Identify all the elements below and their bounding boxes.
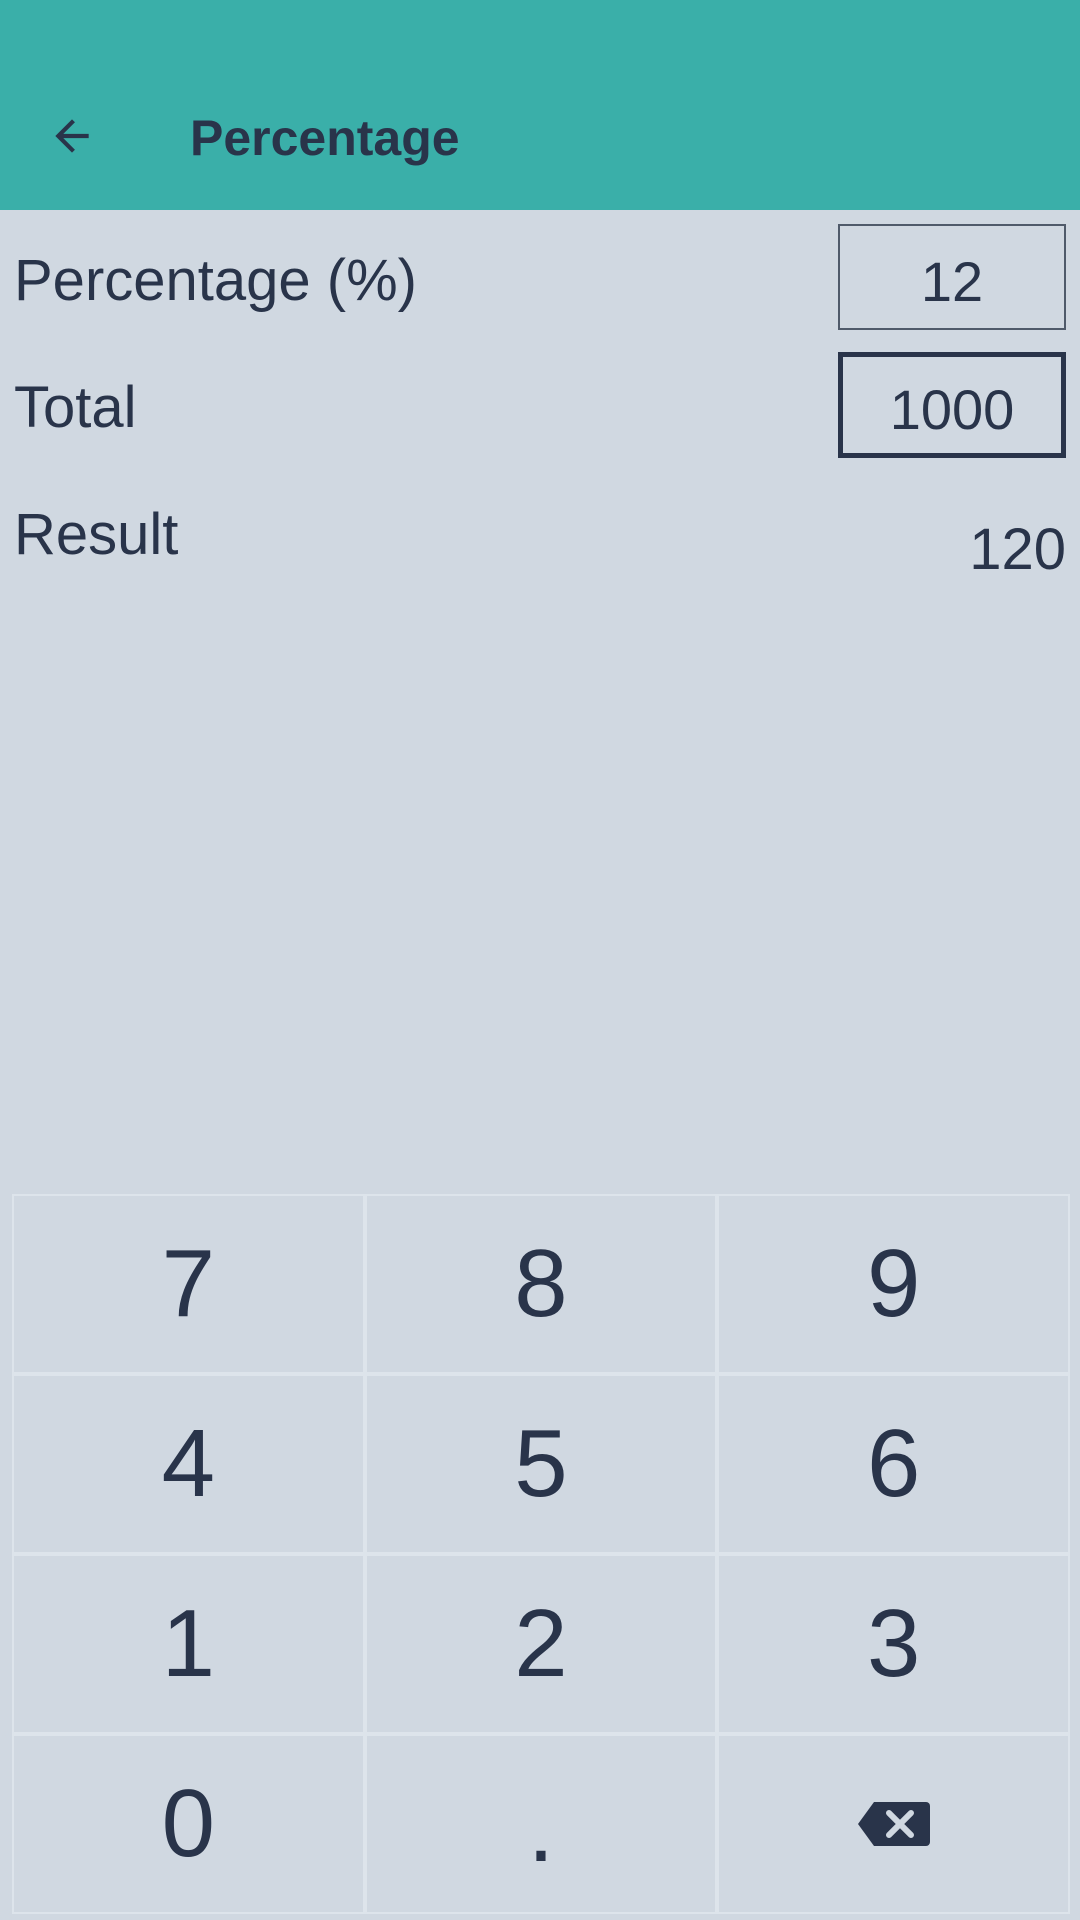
key-decimal[interactable]: . — [364, 1734, 718, 1914]
app-bar: Percentage — [0, 0, 1080, 210]
key-3[interactable]: 3 — [717, 1554, 1070, 1734]
key-5[interactable]: 5 — [364, 1374, 718, 1554]
arrow-left-icon — [55, 119, 89, 153]
page-title: Percentage — [190, 110, 460, 166]
result-label: Result — [14, 502, 179, 567]
result-value: 120 — [969, 517, 1066, 582]
percentage-input[interactable]: 12 — [838, 224, 1066, 330]
key-1[interactable]: 1 — [12, 1554, 365, 1734]
backspace-icon — [857, 1802, 930, 1846]
key-6[interactable]: 6 — [717, 1374, 1070, 1554]
total-input[interactable]: 1000 — [838, 352, 1066, 458]
percentage-value: 12 — [920, 249, 984, 313]
back-button[interactable] — [30, 100, 114, 172]
percentage-label: Percentage (%) — [14, 248, 417, 313]
numeric-keypad: 7 8 9 4 5 6 1 2 3 0 . — [12, 1194, 1070, 1914]
key-8[interactable]: 8 — [364, 1194, 718, 1374]
key-9[interactable]: 9 — [717, 1194, 1070, 1374]
total-label: Total — [14, 375, 137, 440]
backspace-button[interactable] — [717, 1734, 1070, 1914]
key-7[interactable]: 7 — [12, 1194, 365, 1374]
key-2[interactable]: 2 — [364, 1554, 718, 1734]
key-0[interactable]: 0 — [12, 1734, 365, 1914]
total-value: 1000 — [889, 377, 1015, 441]
key-4[interactable]: 4 — [12, 1374, 365, 1554]
